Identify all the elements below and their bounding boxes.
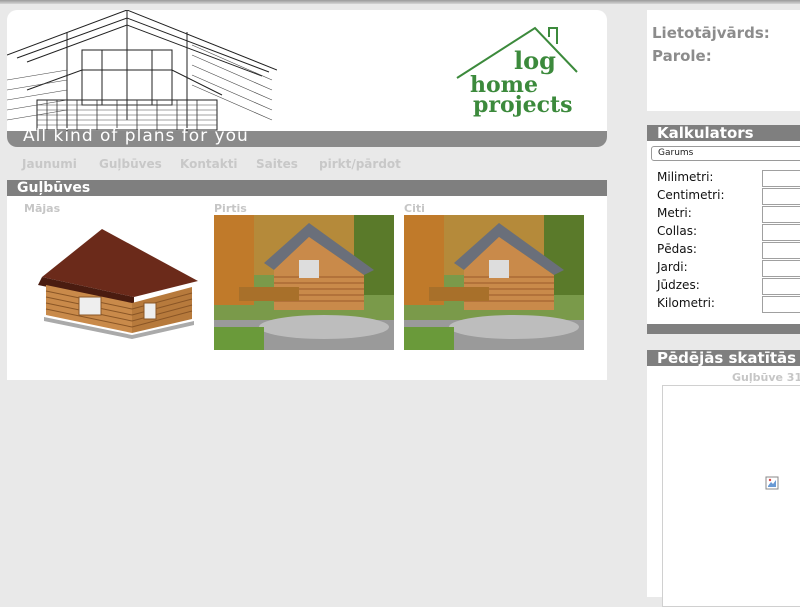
calc-label-jardi: Jardi: <box>657 260 688 274</box>
thumbnail-citi[interactable] <box>404 215 584 350</box>
calc-label-centimetri: Centimetri: <box>657 188 725 202</box>
calc-label-collas: Collas: <box>657 224 698 238</box>
calc-input-metri[interactable] <box>762 206 800 223</box>
calculator-title: Kalkulators <box>647 125 800 141</box>
calc-input-jardi[interactable] <box>762 260 800 277</box>
calc-label-pedas: Pēdas: <box>657 242 697 256</box>
recent-item-frame[interactable] <box>662 385 800 607</box>
recently-viewed-title: Pēdējās skatītās <box>647 350 800 366</box>
nav-item-pirkt-pardot[interactable]: pirkt/pārdot <box>319 157 401 171</box>
nav-item-kontakti[interactable]: Kontakti <box>180 157 238 171</box>
category-label-pirtis: Pirtis <box>214 202 247 215</box>
calc-input-pedas[interactable] <box>762 242 800 259</box>
site-logo[interactable]: log home projects <box>453 22 583 130</box>
unit-type-select[interactable]: Garums <box>651 146 800 161</box>
calc-input-milimetri[interactable] <box>762 170 800 187</box>
nav-item-gulbuves[interactable]: Guļbūves <box>99 157 162 171</box>
login-panel: Lietotājvārds: Parole: <box>647 10 800 111</box>
recent-item-title[interactable]: Guļbūve 31 <box>732 371 800 384</box>
logo-text-projects: projects <box>473 92 573 118</box>
category-gallery: Mājas Pirtis Citi <box>7 196 607 380</box>
thumbnail-majas[interactable] <box>24 215 204 350</box>
main-navigation: Jaunumi Guļbūves Kontakti Saites pirkt/p… <box>7 150 607 180</box>
nav-item-jaunumi[interactable]: Jaunumi <box>22 157 77 171</box>
nav-item-saites[interactable]: Saites <box>256 157 298 171</box>
logo-text-log: log <box>514 46 556 75</box>
calc-input-collas[interactable] <box>762 224 800 241</box>
thumbnail-pirtis[interactable] <box>214 215 394 350</box>
calc-input-judzes[interactable] <box>762 278 800 295</box>
top-border <box>0 0 800 4</box>
calc-input-centimetri[interactable] <box>762 188 800 205</box>
house-sketch-illustration <box>7 10 277 135</box>
category-label-majas: Mājas <box>24 202 61 215</box>
calc-label-metri: Metri: <box>657 206 692 220</box>
broken-image-icon <box>765 476 779 490</box>
site-header: log home projects All kind of plans for … <box>7 10 607 147</box>
calculator-footer-bar <box>647 324 800 334</box>
calculator-panel: Garums Milimetri: Centimetri: Metri: Col… <box>647 141 800 324</box>
section-title: Guļbūves <box>7 180 607 196</box>
calc-label-judzes: Jūdzes: <box>657 278 700 292</box>
site-slogan: All kind of plans for you <box>23 126 249 146</box>
calc-input-kilometri[interactable] <box>762 296 800 313</box>
calc-label-kilometri: Kilometri: <box>657 296 715 310</box>
category-label-citi: Citi <box>404 202 425 215</box>
right-sidebar: Lietotājvārds: Parole: Kalkulators Garum… <box>647 10 800 607</box>
recently-viewed-panel: Guļbūve 31 <box>647 366 800 607</box>
calc-label-milimetri: Milimetri: <box>657 170 714 184</box>
username-label: Lietotājvārds: <box>652 24 770 42</box>
main-column: log home projects All kind of plans for … <box>7 10 607 380</box>
password-label: Parole: <box>652 47 712 65</box>
